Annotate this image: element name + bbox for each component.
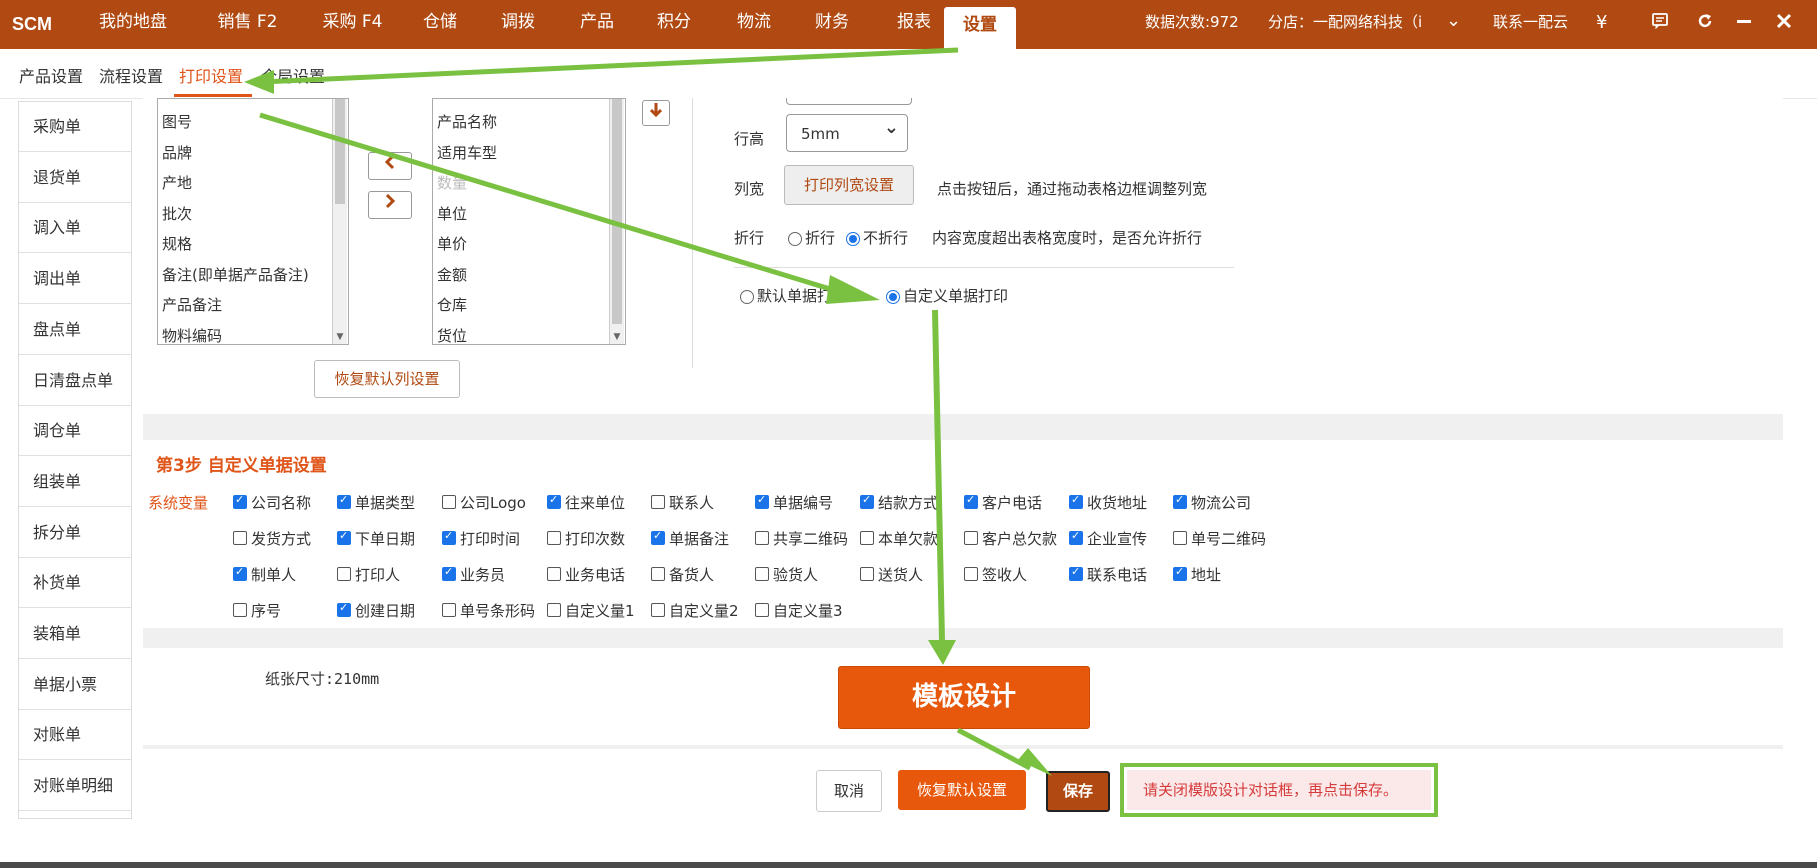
arrow-to-custom-print [259, 112, 841, 295]
annotation-arrows [244, 47, 1052, 776]
arrowhead [928, 640, 956, 665]
arrow-to-print-tab [261, 47, 959, 85]
arrowhead [1018, 748, 1052, 776]
arrow-to-template-design [932, 309, 945, 641]
arrowhead [826, 275, 880, 304]
arrow-to-save [956, 727, 1032, 771]
arrowhead [244, 70, 274, 94]
